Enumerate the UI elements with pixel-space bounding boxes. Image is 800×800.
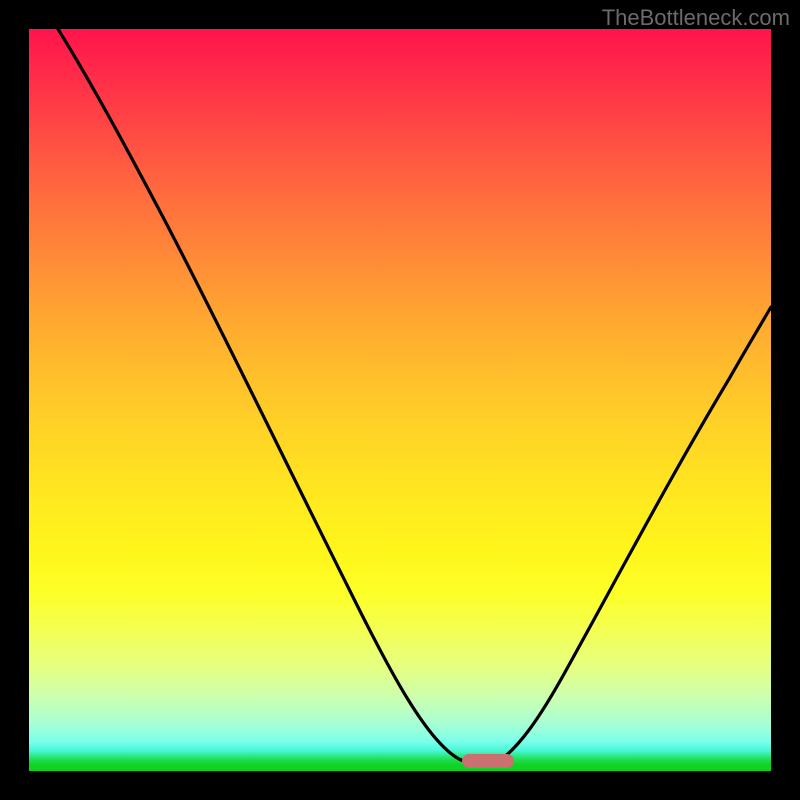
curve-path [58, 29, 771, 765]
plot-area [29, 29, 771, 771]
watermark-text: TheBottleneck.com [602, 5, 790, 31]
bottleneck-curve [29, 29, 771, 771]
optimal-range-marker [462, 754, 514, 768]
chart-frame: TheBottleneck.com [0, 0, 800, 800]
